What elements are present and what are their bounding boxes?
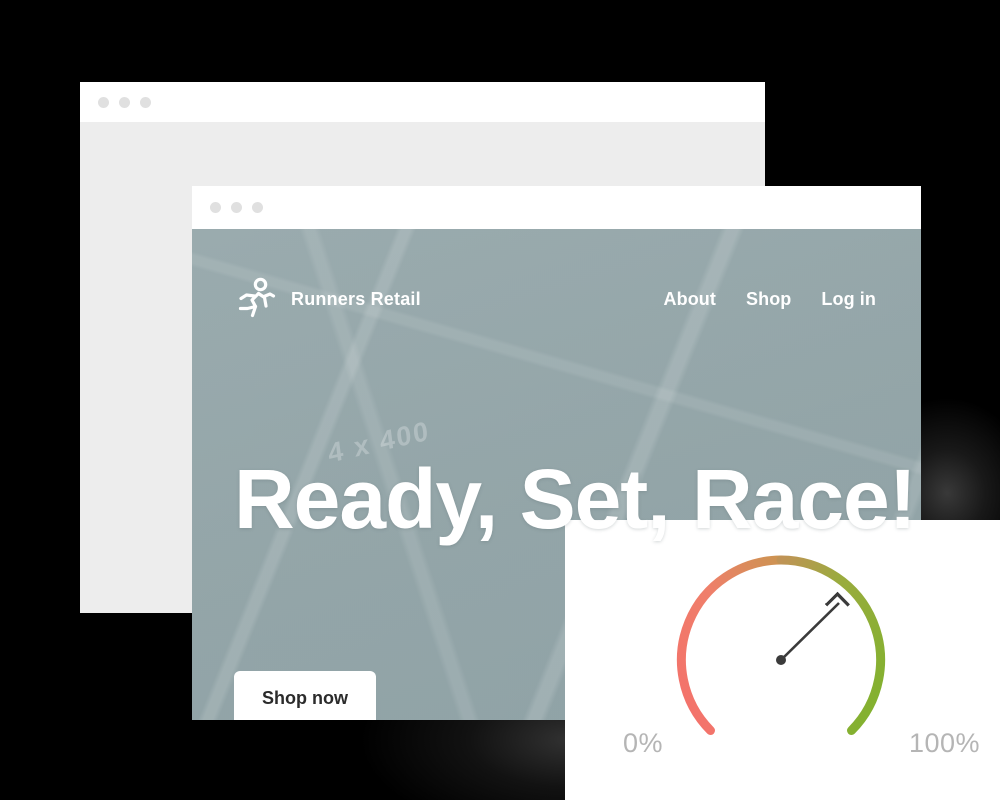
screenshot-stage: 4 x 400 Runners Retail About Shop Log in…: [0, 0, 1000, 800]
background-window-dots: [98, 96, 151, 108]
window-maximize-dot-icon[interactable]: [140, 96, 151, 108]
nav-link-about[interactable]: About: [664, 289, 716, 310]
gauge-max-label: 100%: [908, 728, 980, 758]
site-brand-name: Runners Retail: [291, 289, 421, 309]
nav-link-shop[interactable]: Shop: [746, 289, 791, 310]
window-minimize-dot-icon[interactable]: [119, 96, 130, 108]
foreground-window-dots: [210, 202, 263, 213]
window-minimize-dot-icon[interactable]: [231, 202, 242, 213]
gauge-needle: [780, 603, 839, 661]
nav-link-login[interactable]: Log in: [821, 289, 876, 310]
gauge-min-label: 0%: [623, 728, 664, 758]
window-close-dot-icon[interactable]: [98, 96, 109, 108]
window-maximize-dot-icon[interactable]: [252, 202, 263, 213]
foreground-window-titlebar: [192, 186, 921, 229]
background-window-titlebar: [80, 82, 765, 122]
window-close-dot-icon[interactable]: [210, 202, 221, 213]
site-brand[interactable]: Runners Retail: [234, 275, 421, 324]
shop-now-button[interactable]: Shop now: [234, 671, 376, 720]
gauge-arc-low-segment: [676, 555, 786, 735]
gauge-chart-card: 0% 100%: [565, 520, 1000, 800]
hero-headline: Ready, Set, Race!: [234, 452, 917, 546]
site-navigation-bar: Runners Retail About Shop Log in: [192, 229, 921, 324]
runner-icon: [234, 275, 276, 324]
nav-links: About Shop Log in: [664, 289, 876, 310]
gauge-needle-hub: [776, 655, 786, 665]
